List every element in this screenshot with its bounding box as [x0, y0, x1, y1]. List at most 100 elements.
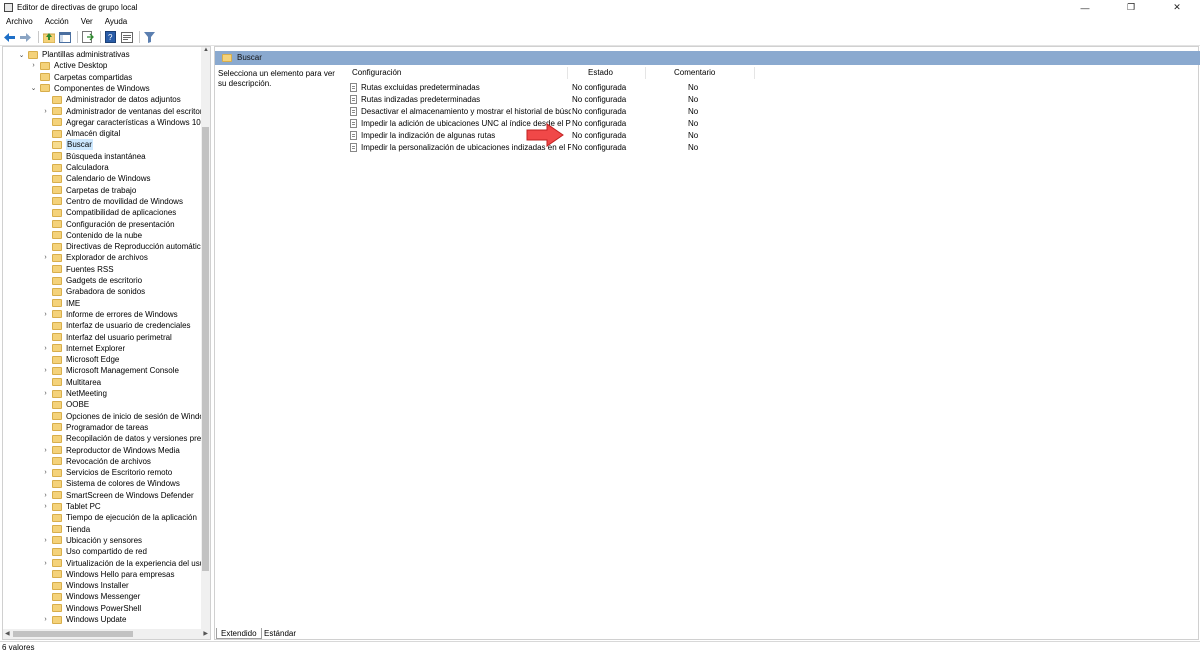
back-icon[interactable]: [3, 31, 16, 44]
tree-vertical-scrollbar[interactable]: ▲: [201, 47, 210, 629]
tree-item[interactable]: Administrador de datos adjuntos: [41, 94, 181, 105]
setting-row[interactable]: Rutas indizadas predeterminadas No config…: [350, 93, 770, 105]
tree-item[interactable]: Windows Messenger: [41, 591, 140, 602]
export-list-icon[interactable]: [81, 31, 94, 44]
tree-item[interactable]: › Tablet PC: [41, 501, 100, 512]
tree-item[interactable]: Multitarea: [41, 377, 101, 388]
tree-item[interactable]: › Microsoft Management Console: [41, 365, 179, 376]
menu-archivo[interactable]: Archivo: [0, 17, 39, 26]
chevron-right-icon[interactable]: ›: [41, 559, 50, 568]
tree-item[interactable]: ⌄ Plantillas administrativas: [17, 49, 130, 60]
tree-item[interactable]: › Administrador de ventanas del escritori…: [41, 106, 208, 117]
tree-item[interactable]: Buscar: [41, 139, 93, 151]
tree-item[interactable]: › NetMeeting: [41, 388, 107, 399]
tree-item[interactable]: Interfaz del usuario perimetral: [41, 332, 172, 343]
setting-row[interactable]: Rutas excluidas predeterminadas No config…: [350, 81, 770, 93]
tree-item[interactable]: Contenido de la nube: [41, 230, 142, 241]
column-header-configuracion[interactable]: Configuración: [352, 67, 401, 79]
tree-horizontal-scroll-thumb[interactable]: [13, 631, 133, 637]
tree-item[interactable]: Sistema de colores de Windows: [41, 478, 180, 489]
tree-item[interactable]: Programador de tareas: [41, 422, 148, 433]
setting-row[interactable]: Desactivar el almacenamiento y mostrar e…: [350, 105, 770, 117]
tree-item[interactable]: Uso compartido de red: [41, 546, 147, 557]
tree-item[interactable]: › Virtualización de la experiencia del us…: [41, 558, 210, 569]
tab-extendido[interactable]: Extendido: [216, 628, 262, 639]
tree-item[interactable]: Centro de movilidad de Windows: [41, 196, 183, 207]
chevron-right-icon[interactable]: ›: [41, 502, 50, 511]
tree-item[interactable]: Configuración de presentación: [41, 219, 175, 230]
tree-horizontal-scrollbar[interactable]: ◀ ▶: [3, 629, 210, 639]
tree-item[interactable]: Recopilación de datos y versiones prelim…: [41, 433, 210, 444]
tree-item[interactable]: › Informe de errores de Windows: [41, 309, 177, 320]
forward-icon[interactable]: [19, 31, 32, 44]
tree-item[interactable]: Compatibilidad de aplicaciones: [41, 207, 176, 218]
tree-item[interactable]: › Ubicación y sensores: [41, 535, 142, 546]
tree-item[interactable]: Directivas de Reproducción automática: [41, 241, 205, 252]
column-header-comentario[interactable]: Comentario: [674, 67, 715, 79]
tree-item[interactable]: › Explorador de archivos: [41, 252, 148, 263]
scroll-right-icon[interactable]: ▶: [203, 630, 208, 637]
menu-ayuda[interactable]: Ayuda: [99, 17, 134, 26]
tree-item[interactable]: Gadgets de escritorio: [41, 275, 142, 286]
column-header-estado[interactable]: Estado: [588, 67, 613, 79]
menu-ver[interactable]: Ver: [75, 17, 99, 26]
scroll-up-icon[interactable]: ▲: [203, 47, 209, 53]
tree-item[interactable]: Almacén digital: [41, 128, 120, 139]
properties-icon[interactable]: [120, 31, 133, 44]
chevron-right-icon[interactable]: ›: [41, 253, 50, 262]
tree-item[interactable]: Windows PowerShell: [41, 603, 141, 614]
tree-item[interactable]: Microsoft Edge: [41, 354, 119, 365]
tree-pane[interactable]: › Windows Update Windows PowerShell Windows…: [2, 46, 211, 640]
tree-item[interactable]: OOBE: [41, 399, 89, 410]
tree-item[interactable]: Calendario de Windows: [41, 173, 151, 184]
tree-item[interactable]: › Windows Update: [41, 614, 126, 625]
chevron-right-icon[interactable]: ›: [41, 491, 50, 500]
tree-item[interactable]: Windows Hello para empresas: [41, 569, 175, 580]
help-icon[interactable]: ?: [104, 31, 117, 44]
tree-item[interactable]: › Servicios de Escritorio remoto: [41, 467, 172, 478]
tree-item[interactable]: Carpetas compartidas: [29, 72, 132, 83]
tree-item[interactable]: Revocación de archivos: [41, 456, 151, 467]
tree-item[interactable]: Búsqueda instantánea: [41, 151, 146, 162]
tree-item[interactable]: › Active Desktop: [29, 60, 107, 71]
show-hide-tree-icon[interactable]: [58, 31, 71, 44]
chevron-right-icon[interactable]: ›: [41, 366, 50, 375]
column-divider[interactable]: [754, 67, 755, 79]
chevron-right-icon[interactable]: ›: [41, 107, 50, 116]
tree-item[interactable]: › Reproductor de Windows Media: [41, 445, 180, 456]
tree-item[interactable]: Agregar características a Windows 10: [41, 117, 201, 128]
chevron-down-icon[interactable]: ⌄: [17, 50, 26, 59]
minimize-button[interactable]: —: [1062, 0, 1108, 15]
chevron-right-icon[interactable]: ›: [41, 446, 50, 455]
tree-item[interactable]: Fuentes RSS: [41, 264, 114, 275]
tree-item[interactable]: › Internet Explorer: [41, 343, 125, 354]
up-folder-icon[interactable]: [42, 31, 55, 44]
scroll-left-icon[interactable]: ◀: [5, 630, 10, 637]
chevron-right-icon[interactable]: ›: [29, 61, 38, 70]
tree-item[interactable]: IME: [41, 298, 80, 309]
chevron-right-icon[interactable]: ›: [41, 310, 50, 319]
menu-accion[interactable]: Acción: [39, 17, 75, 26]
chevron-right-icon[interactable]: ›: [41, 615, 50, 624]
tree-item[interactable]: Carpetas de trabajo: [41, 185, 136, 196]
close-button[interactable]: ✕: [1154, 0, 1200, 15]
chevron-right-icon[interactable]: ›: [41, 536, 50, 545]
column-divider[interactable]: [645, 67, 646, 79]
tree-vertical-scroll-thumb[interactable]: [202, 127, 209, 571]
tree-item[interactable]: Windows Installer: [41, 580, 129, 591]
restore-button[interactable]: ❐: [1108, 0, 1154, 15]
tree-item[interactable]: › SmartScreen de Windows Defender: [41, 490, 193, 501]
tree-item[interactable]: Tiempo de ejecución de la aplicación: [41, 512, 197, 523]
chevron-down-icon[interactable]: ⌄: [29, 84, 38, 93]
tree-item[interactable]: ⌄ Componentes de Windows: [29, 83, 150, 94]
tree-item[interactable]: Tienda: [41, 524, 90, 535]
tab-estandar[interactable]: Estándar: [260, 628, 300, 639]
tree-item[interactable]: Calculadora: [41, 162, 109, 173]
column-divider[interactable]: [567, 67, 568, 79]
tree-item[interactable]: Opciones de inicio de sesión de Windows: [41, 411, 210, 422]
tree-item[interactable]: Grabadora de sonidos: [41, 286, 145, 297]
chevron-right-icon[interactable]: ›: [41, 389, 50, 398]
chevron-right-icon[interactable]: ›: [41, 468, 50, 477]
chevron-right-icon[interactable]: ›: [41, 344, 50, 353]
filter-icon[interactable]: [143, 31, 156, 44]
